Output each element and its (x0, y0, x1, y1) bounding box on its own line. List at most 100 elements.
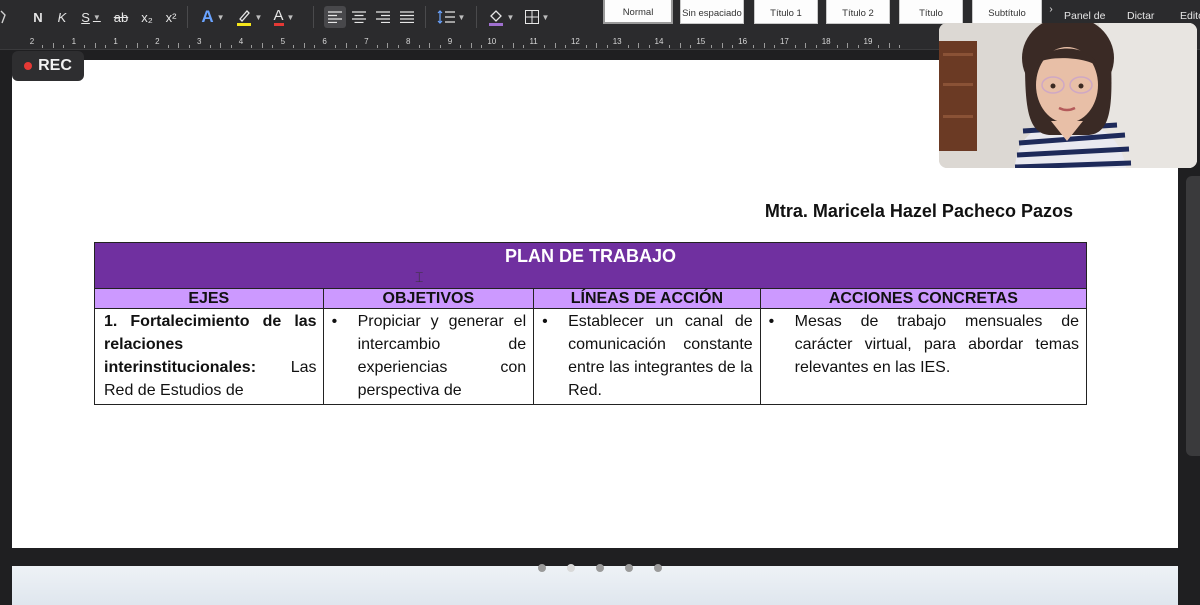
ruler-tick (261, 43, 263, 48)
page-dot[interactable] (625, 564, 633, 572)
line-spacing-button[interactable]: ▼ (434, 6, 468, 28)
ruler-number: 5 (280, 37, 286, 46)
style-subtitulo[interactable]: Subtítulo (972, 0, 1042, 24)
ruler-tick (470, 43, 472, 48)
style-normal[interactable]: Normal (603, 0, 673, 24)
strikethrough-button[interactable]: ab (110, 6, 132, 28)
objetivos-text: Propiciar y generar el intercambio de ex… (357, 313, 527, 399)
underline-label: S (81, 9, 90, 25)
chevron-down-icon[interactable]: ▼ (255, 13, 263, 22)
ruler-tick (460, 45, 462, 48)
ruler-number: 15 (696, 37, 706, 46)
record-dot-icon (24, 62, 33, 70)
bold-button[interactable]: N (29, 6, 47, 28)
superscript-button[interactable]: x² (162, 6, 180, 28)
ruler-tick (627, 45, 629, 48)
font-color-button[interactable]: A ▼ (268, 6, 300, 28)
ruler-tick (126, 45, 128, 48)
recording-label: REC (38, 57, 72, 74)
chevron-right-icon[interactable]: › (1046, 0, 1056, 20)
page-dot[interactable] (567, 564, 575, 572)
chevron-down-icon[interactable]: ▼ (542, 13, 550, 22)
ruler-tick (52, 43, 54, 48)
cell-ejes: 1. Fortalecimiento de las relaciones int… (95, 309, 324, 404)
ruler-number: 18 (821, 37, 831, 46)
ruler-tick (439, 45, 441, 48)
style-titulo-2[interactable]: Título 2 (826, 0, 890, 24)
page-dot[interactable] (538, 564, 546, 572)
ruler-tick (345, 43, 347, 48)
ruler-tick (314, 45, 316, 48)
ruler-number: 13 (612, 37, 622, 46)
dictate-button[interactable]: Dictar (1127, 10, 1154, 22)
ruler-tick (355, 45, 357, 48)
ruler-tick (178, 43, 180, 48)
ruler-number: 1 (71, 37, 77, 46)
ruler-number: 4 (238, 37, 244, 46)
ruler-tick (42, 45, 44, 48)
ruler-tick (251, 45, 253, 48)
ruler-tick (544, 45, 546, 48)
editor-button[interactable]: Edito (1180, 10, 1200, 22)
ruler-tick (732, 45, 734, 48)
ruler-tick (878, 45, 880, 48)
shading-button[interactable]: ▼ (484, 6, 518, 28)
ruler-tick (523, 45, 525, 48)
page-dot[interactable] (654, 564, 662, 572)
vertical-scrollbar[interactable] (1186, 176, 1200, 456)
style-titulo[interactable]: Título (899, 0, 963, 24)
underline-button[interactable]: S ▼ (78, 6, 104, 28)
chevron-down-icon[interactable]: ▼ (458, 13, 466, 22)
ruler-tick (711, 45, 713, 48)
style-titulo-1[interactable]: Título 1 (754, 0, 818, 24)
text-effects-button[interactable]: A ▼ (196, 6, 230, 28)
subscript-button[interactable]: x₂ (138, 6, 156, 28)
borders-icon (524, 10, 539, 24)
ruler-tick (303, 43, 305, 48)
author-name: Mtra. Maricela Hazel Pacheco Pazos (764, 201, 1073, 221)
chevron-down-icon[interactable]: ▼ (93, 13, 101, 22)
ruler-number: 1 (113, 37, 118, 46)
style-sin-espaciado[interactable]: Sin espaciado (680, 0, 744, 24)
format-painter-icon[interactable] (0, 6, 8, 28)
ruler-tick (209, 45, 211, 48)
align-right-icon (376, 11, 390, 23)
ruler-tick (84, 45, 86, 48)
ruler-tick (418, 45, 420, 48)
ruler-tick (753, 45, 755, 48)
ruler-tick (293, 45, 295, 48)
ruler-number: 9 (447, 37, 453, 46)
word-window: N K S ▼ ab x₂ x² A ▼ ▼ A ▼ ▼ ▼ ▼ Normal … (0, 0, 1200, 605)
align-left-icon (328, 11, 342, 23)
chevron-down-icon[interactable]: ▼ (507, 13, 515, 22)
align-center-button[interactable] (348, 6, 370, 28)
ruler-tick (376, 45, 378, 48)
divider (476, 6, 477, 28)
ruler-number: 6 (322, 37, 327, 46)
ruler-number: 2 (155, 37, 160, 46)
line-spacing-icon (437, 10, 455, 24)
justify-button[interactable] (396, 6, 418, 28)
ruler-tick (794, 45, 796, 48)
chevron-down-icon[interactable]: ▼ (217, 13, 225, 22)
ruler-tick (397, 45, 399, 48)
plan-table: PLAN DE TRABAJO EJES OBJETIVOS LÍNEAS DE… (94, 242, 1087, 405)
cell-lineas: • Establecer un canal de comunicación co… (534, 309, 761, 404)
borders-button[interactable]: ▼ (520, 6, 554, 28)
ruler-tick (167, 45, 169, 48)
align-right-button[interactable] (372, 6, 394, 28)
webcam-video (939, 23, 1197, 168)
align-left-button[interactable] (324, 6, 346, 28)
ruler-tick (721, 43, 723, 48)
ruler-tick (815, 45, 817, 48)
page-dot[interactable] (596, 564, 604, 572)
acciones-text: Mesas de trabajo mensuales de carácter v… (794, 313, 1079, 376)
ruler-tick (679, 43, 681, 48)
highlight-button[interactable]: ▼ (233, 6, 265, 28)
styles-pane-button[interactable]: Panel de (1064, 10, 1105, 22)
italic-button[interactable]: K (53, 6, 71, 28)
ruler-tick (105, 45, 107, 48)
header-lineas: LÍNEAS DE ACCIÓN (534, 289, 761, 308)
ruler-number: 16 (738, 37, 748, 46)
chevron-down-icon[interactable]: ▼ (287, 13, 295, 22)
